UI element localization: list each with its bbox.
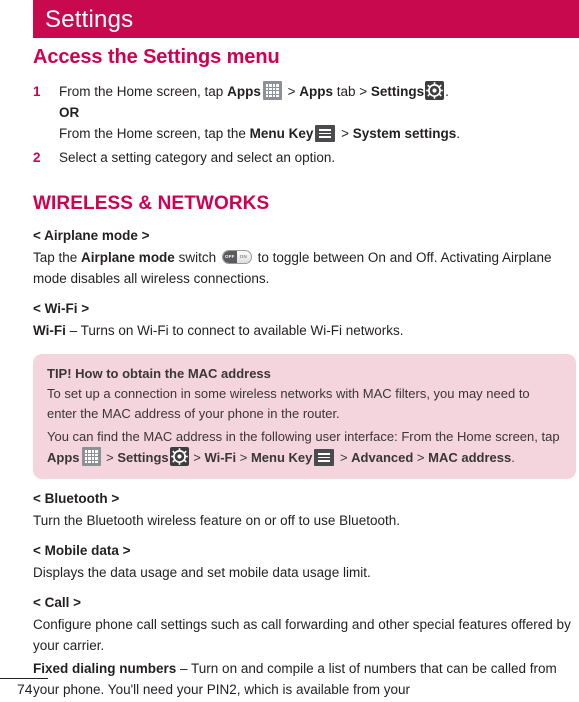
tip-mac-address-label: MAC address [428, 450, 512, 465]
gear-icon [425, 81, 445, 100]
wifi-label: Wi-Fi [33, 323, 66, 338]
step-number: 1 [33, 84, 41, 99]
tip-end: . [511, 450, 515, 465]
airplane-mid: switch [174, 250, 220, 265]
tip-sep-4: > [336, 450, 352, 465]
tip-paragraph-1: To set up a connection in some wireless … [47, 386, 530, 421]
subheading-call: < Call > [33, 595, 82, 610]
step-sep-2: tab > [332, 84, 371, 99]
subheading-bluetooth: < Bluetooth > [33, 491, 120, 506]
apps-grid-icon [81, 447, 101, 466]
airplane-pre: Tap the [33, 250, 82, 265]
tip-sep-5: > [413, 450, 429, 465]
tip-wifi-label: Wi-Fi [204, 450, 237, 465]
toggle-on-label: ON [239, 254, 247, 259]
paragraph-mobile-data: Displays the data usage and set mobile d… [33, 565, 371, 580]
paragraph-bluetooth: Turn the Bluetooth wireless feature on o… [33, 513, 400, 528]
step-line-2: OR [59, 102, 579, 123]
toggle-off-label: OFF [222, 251, 237, 263]
menu-key-icon [315, 125, 336, 142]
paragraph-fixed-dialing-numbers: Fixed dialing numbers – Turn on and comp… [33, 658, 579, 700]
step-sep-1: > [283, 84, 300, 99]
group-title-wireless-networks: WIRELESS & NETWORKS [33, 193, 270, 214]
subheading-airplane-mode: < Airplane mode > [33, 228, 150, 243]
step-text: Select a setting category and select an … [59, 150, 336, 165]
system-settings-label: System settings [352, 126, 457, 141]
step-line-1: From the Home screen, tap Apps > Apps ta… [59, 81, 579, 102]
paragraph-call: Configure phone call settings such as ca… [33, 617, 571, 653]
apps-tab-label: Apps [299, 84, 333, 99]
footer-divider [0, 678, 48, 679]
settings-label: Settings [370, 84, 425, 99]
step-end-1: . [445, 84, 449, 99]
step-item: 1 From the Home screen, tap Apps > Apps … [33, 81, 579, 144]
step-line-3: From the Home screen, tap the Menu Key >… [59, 123, 579, 144]
paragraph-wifi: Wi-Fi – Turns on Wi-Fi to connect to ava… [33, 320, 579, 341]
step-item: 2 Select a setting category and select a… [33, 147, 579, 168]
wifi-rest: – Turns on Wi-Fi to connect to available… [65, 323, 404, 338]
tip-paragraph-2: You can find the MAC address in the foll… [47, 427, 562, 468]
tip-title: TIP! How to obtain the MAC address [47, 366, 271, 381]
tip-advanced-label: Advanced [351, 450, 414, 465]
subheading-mobile-data: < Mobile data > [33, 543, 131, 558]
step-text-pre: From the Home screen, tap [59, 84, 228, 99]
step-sep-3: > [337, 126, 353, 141]
step-text: From the Home screen, tap Apps > Apps ta… [59, 81, 579, 144]
apps-label: Apps [227, 84, 261, 99]
page-content: Access the Settings menu 1 From the Home… [33, 44, 579, 702]
step-end-2: . [456, 126, 461, 141]
tip-sep-1: > [102, 450, 118, 465]
step-number: 2 [33, 150, 41, 165]
tip-pre: You can find the MAC address in the foll… [47, 429, 560, 444]
tip-apps-label: Apps [47, 450, 80, 465]
menu-key-label: Menu Key [249, 126, 314, 141]
apps-grid-icon [262, 81, 282, 100]
tip-settings-label: Settings [117, 450, 169, 465]
tip-sep-3: > [236, 450, 251, 465]
menu-key-icon [314, 449, 335, 466]
page-number: 74 [17, 681, 33, 697]
tip-box: TIP! How to obtain the MAC address To se… [33, 354, 576, 479]
section-title: Access the Settings menu [33, 46, 280, 68]
gear-icon [169, 447, 189, 466]
paragraph-airplane-mode: Tap the Airplane mode switch OFF ON to to… [33, 247, 579, 289]
or-label: OR [59, 105, 80, 120]
steps-list: 1 From the Home screen, tap Apps > Apps … [33, 81, 579, 168]
fixed-dialing-numbers-label: Fixed dialing numbers [33, 661, 177, 676]
step-text-pre-2: From the Home screen, tap the [59, 126, 250, 141]
page-header-title: Settings [45, 6, 134, 33]
tip-sep-2: > [189, 450, 205, 465]
subheading-wifi: < Wi-Fi > [33, 301, 90, 316]
page-header-bar: Settings [33, 0, 579, 38]
airplane-mode-label: Airplane mode [81, 250, 175, 265]
tip-menu-key-label: Menu Key [250, 450, 313, 465]
toggle-switch-icon: OFF ON [221, 250, 252, 264]
